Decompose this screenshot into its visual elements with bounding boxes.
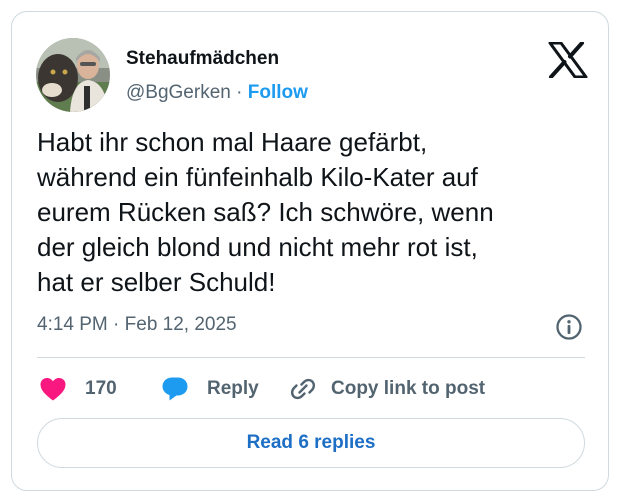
post-timestamp[interactable]: 4:14 PM · Feb 12, 2025 [37, 314, 237, 336]
post-text: Habt ihr schon mal Haare gefärbt, währen… [37, 127, 494, 297]
copy-link-label: Copy link to post [331, 378, 486, 399]
heart-icon [39, 376, 67, 402]
like-count: 170 [85, 378, 117, 399]
follow-button[interactable]: Follow [248, 82, 308, 103]
handle-row: @BgGerken · Follow [126, 82, 308, 104]
divider [37, 357, 585, 358]
info-icon[interactable] [554, 312, 584, 342]
avatar-photo [36, 38, 110, 112]
x-logo-icon[interactable] [548, 41, 588, 79]
author-handle[interactable]: @BgGerken [126, 82, 231, 103]
copy-link-button[interactable]: Copy link to post [289, 374, 485, 404]
author-name[interactable]: Stehaufmädchen [126, 48, 279, 70]
like-button[interactable]: 170 [39, 374, 117, 404]
reply-label: Reply [207, 378, 259, 399]
post-card: Stehaufmädchen @BgGerken · Follow Habt i… [11, 11, 609, 491]
reply-button[interactable]: Reply [161, 374, 259, 404]
speech-bubble-icon [161, 375, 189, 403]
handle-separator: · [236, 82, 243, 103]
link-icon [289, 375, 317, 403]
avatar[interactable] [36, 38, 110, 112]
read-replies-button[interactable]: Read 6 replies [37, 418, 585, 468]
